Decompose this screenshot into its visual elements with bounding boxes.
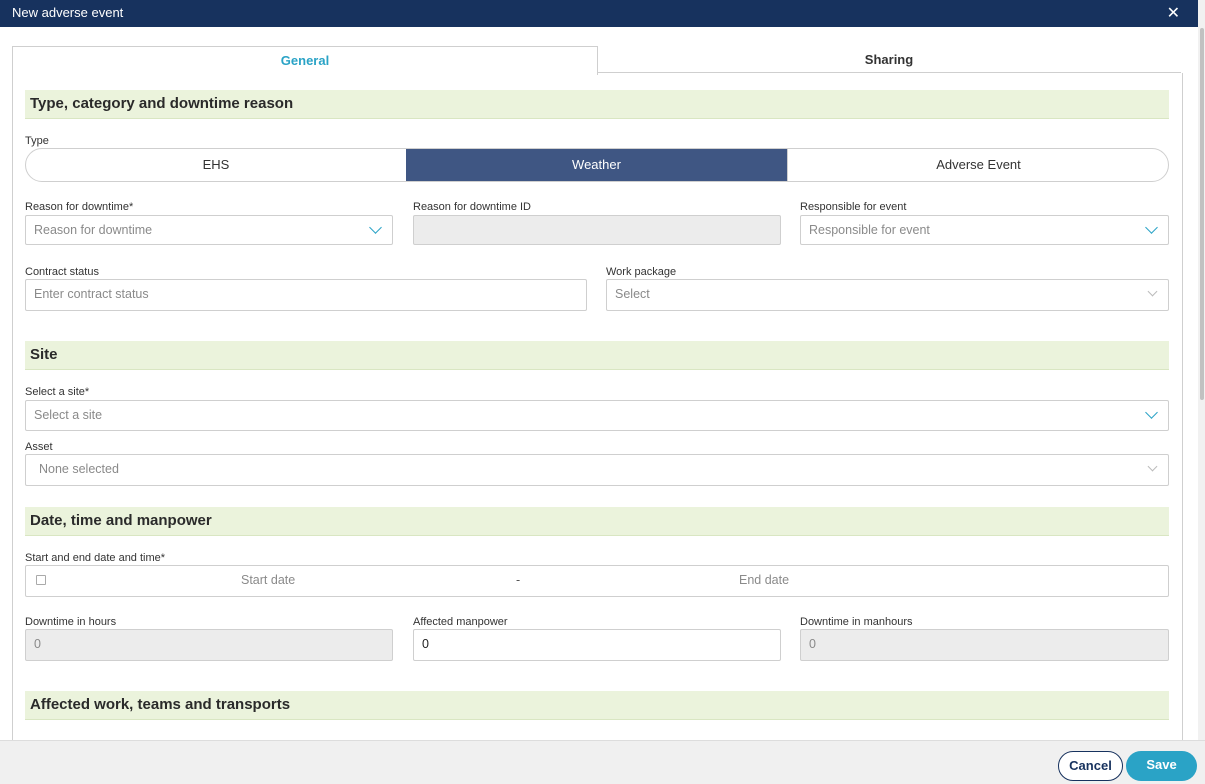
responsible-placeholder: Responsible for event [809,223,930,237]
section-site-header: Site [25,341,1169,370]
work-package-select[interactable]: Select [606,279,1169,311]
type-option-weather[interactable]: Weather [406,149,787,181]
date-range-picker[interactable]: Start date - End date [25,565,1169,597]
chevron-down-icon [1145,406,1158,419]
reason-id-field [413,215,781,245]
calendar-icon [36,575,46,585]
dialog-title: New adverse event [12,5,124,20]
close-icon[interactable]: ✕ [1167,3,1180,23]
affected-manpower-input[interactable]: 0 [413,629,781,661]
downtime-manhours-field: 0 [800,629,1169,661]
section-title: Site [30,346,58,363]
reason-label: Reason for downtime* [25,201,134,213]
reason-dropdown[interactable]: Reason for downtime [25,215,393,245]
dialog-footer: Cancel Save [0,740,1205,784]
responsible-label: Responsible for event [800,201,907,213]
asset-label: Asset [25,441,53,453]
asset-placeholder: None selected [39,462,119,476]
chevron-down-icon [1147,461,1158,472]
cancel-button[interactable]: Cancel [1058,751,1123,781]
site-dropdown[interactable]: Select a site [25,400,1169,431]
downtime-hours-label: Downtime in hours [25,616,117,628]
start-date-input[interactable]: Start date [241,573,295,587]
asset-multiselect[interactable]: None selected [25,454,1169,486]
site-placeholder: Select a site [34,408,103,422]
section-title: Type, category and downtime reason [30,95,294,112]
reason-placeholder: Reason for downtime [34,223,153,237]
chevron-down-icon [1145,221,1158,234]
dialog-titlebar: New adverse event ✕ [0,0,1198,27]
contract-status-label: Contract status [25,266,99,278]
date-range-label: Start and end date and time* [25,552,166,564]
save-button[interactable]: Save [1126,751,1197,781]
downtime-manhours-value: 0 [809,637,816,651]
section-type-header: Type, category and downtime reason [25,90,1169,119]
end-date-input[interactable]: End date [739,573,789,587]
date-separator: - [516,573,521,587]
type-segmented-control: EHS Weather Adverse Event [25,148,1169,182]
affected-manpower-label: Affected manpower [413,616,508,628]
work-package-label: Work package [606,266,677,278]
scrollbar-thumb[interactable] [1200,28,1204,400]
contract-status-input[interactable]: Enter contract status [25,279,587,311]
section-title: Affected work, teams and transports [30,696,291,713]
tab-sharing[interactable]: Sharing [597,46,1181,73]
site-label: Select a site* [25,386,90,398]
type-label: Type [25,135,49,147]
downtime-manhours-label: Downtime in manhours [800,616,913,628]
type-option-ehs[interactable]: EHS [26,149,406,181]
chevron-down-icon [1147,286,1158,297]
reason-id-label: Reason for downtime ID [413,201,531,213]
chevron-down-icon [369,221,382,234]
responsible-dropdown[interactable]: Responsible for event [800,215,1169,245]
type-option-adverse-event[interactable]: Adverse Event [787,149,1168,181]
tab-general[interactable]: General [12,46,598,75]
downtime-hours-value: 0 [34,637,41,651]
downtime-hours-field: 0 [25,629,393,661]
section-title: Date, time and manpower [30,512,212,529]
contract-status-placeholder: Enter contract status [34,287,149,301]
section-datetime-header: Date, time and manpower [25,507,1169,536]
work-package-placeholder: Select [615,287,650,301]
affected-manpower-value: 0 [422,637,429,651]
tab-bar: General Sharing [12,46,1182,75]
section-affected-header: Affected work, teams and transports [25,691,1169,720]
